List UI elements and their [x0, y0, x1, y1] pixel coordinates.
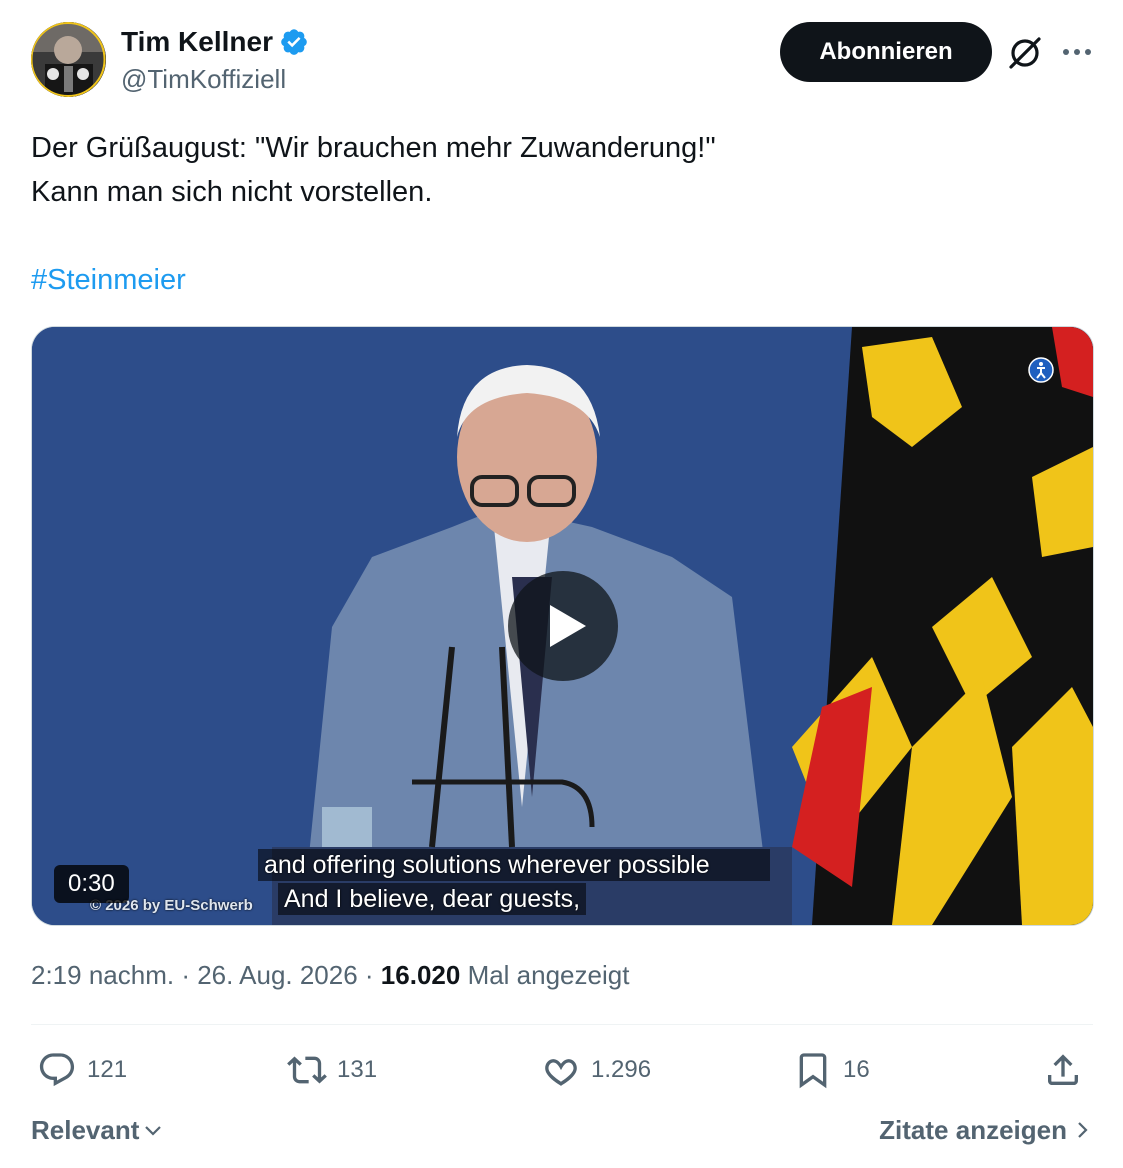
play-icon [550, 605, 586, 647]
bookmark-button[interactable]: 16 [793, 1044, 870, 1096]
reply-button[interactable]: 121 [37, 1044, 127, 1096]
author-info: Tim Kellner @TimKoffiziell [121, 24, 309, 96]
view-quotes-link[interactable]: Zitate anzeigen [879, 1108, 1093, 1152]
accessibility-icon [1028, 357, 1054, 383]
hashtag-link[interactable]: #Steinmeier [31, 258, 1091, 302]
divider [31, 1024, 1093, 1025]
display-name[interactable]: Tim Kellner [121, 24, 273, 60]
subtitle-line-2: And I believe, dear guests, [278, 883, 587, 915]
sort-label: Relevant [31, 1115, 140, 1145]
share-button[interactable] [1043, 1044, 1083, 1096]
quotes-label: Zitate anzeigen [879, 1115, 1067, 1145]
bookmark-count: 16 [843, 1056, 870, 1083]
avatar-image [31, 22, 106, 97]
tweet-text: Der Grüßaugust: "Wir brauchen mehr Zuwan… [31, 126, 1091, 302]
subscribe-button[interactable]: Abonnieren [780, 22, 992, 82]
views-label: Mal angezeigt [467, 960, 630, 990]
heart-icon [545, 1059, 577, 1086]
reply-icon [39, 1053, 75, 1087]
bookmark-icon [799, 1053, 827, 1089]
tweet-spacer [31, 214, 1091, 258]
chevron-down-icon [145, 1126, 162, 1136]
repost-icon [287, 1056, 327, 1084]
sort-dropdown[interactable]: Relevant [31, 1108, 165, 1152]
grok-icon[interactable] [1006, 34, 1044, 72]
tweet-header: Tim Kellner @TimKoffiziell Abonnieren [31, 22, 1093, 98]
tweet-footer: Relevant Zitate anzeigen [31, 1108, 1093, 1152]
meta-separator: · [174, 960, 198, 990]
tweet-date[interactable]: 26. Aug. 2026 [197, 960, 357, 990]
play-button[interactable] [508, 571, 618, 681]
share-icon [1048, 1054, 1078, 1085]
tweet-meta: 2:19 nachm. · 26. Aug. 2026 · 16.020 Mal… [31, 956, 629, 994]
repost-count: 131 [337, 1056, 378, 1083]
video-player[interactable]: and offering solutions wherever possible… [31, 326, 1094, 926]
subtitle-line-1: and offering solutions wherever possible [258, 849, 770, 881]
like-button[interactable]: 1.296 [541, 1044, 651, 1096]
verified-badge-icon [281, 29, 307, 55]
tweet-line-1: Der Grüßaugust: "Wir brauchen mehr Zuwan… [31, 132, 716, 164]
chevron-right-icon [1078, 1122, 1088, 1138]
tweet-time[interactable]: 2:19 nachm. [31, 960, 174, 990]
author-name-row[interactable]: Tim Kellner [121, 24, 309, 60]
repost-button[interactable]: 131 [287, 1044, 377, 1096]
video-duration-badge: 0:30 [54, 865, 129, 903]
action-bar: 121 131 1.296 16 [31, 1044, 1093, 1096]
tweet-line-2: Kann man sich nicht vorstellen. [31, 176, 433, 208]
like-count: 1.296 [591, 1056, 652, 1083]
meta-separator: · [357, 960, 381, 990]
views-count: 16.020 [380, 960, 461, 990]
avatar[interactable] [31, 22, 106, 97]
reply-count: 121 [87, 1056, 128, 1083]
more-dots-icon[interactable] [1061, 34, 1093, 70]
author-handle[interactable]: @TimKoffiziell [121, 62, 309, 96]
